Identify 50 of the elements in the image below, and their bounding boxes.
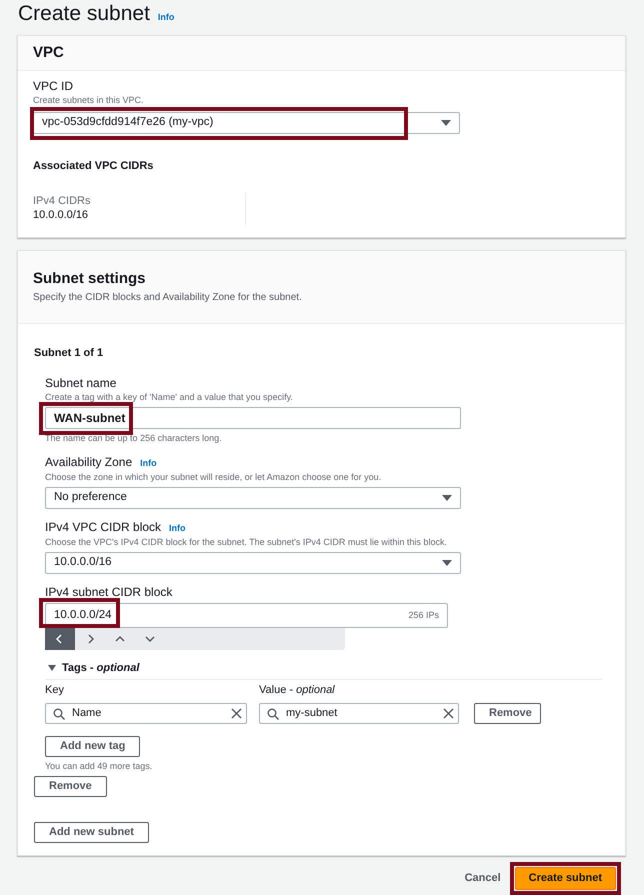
panel-header: VPC [18, 36, 625, 71]
field-description: Create a tag with a key of 'Name' and a value that you specify. [45, 392, 294, 403]
remove-subnet-button[interactable]: Remove [34, 776, 107, 797]
column-label: Value - optional [259, 684, 336, 697]
info-link[interactable]: Info [169, 521, 186, 535]
ip-count: 256 IPs [408, 608, 439, 622]
caret-down-icon [442, 560, 452, 566]
tags-limit-note: You can add 49 more tags. [45, 760, 154, 772]
close-icon [443, 708, 454, 719]
field-label: IPv4 subnet CIDR block [45, 585, 172, 599]
panel-heading: Subnet settings [33, 270, 147, 288]
chevron-up-icon [115, 634, 125, 644]
tags-toggle[interactable]: Tags - optional [45, 661, 140, 675]
info-link[interactable]: Info [158, 4, 174, 31]
stepper-button[interactable] [45, 628, 75, 650]
info-link[interactable]: Info [140, 456, 157, 470]
section-heading: Associated VPC CIDRs [33, 160, 154, 173]
subnet-heading: Subnet 1 of 1 [34, 347, 104, 360]
field-label: IPv4 VPC CIDR block [45, 520, 162, 534]
field-description: Create subnets in this VPC. [33, 95, 145, 106]
cidr-value: 10.0.0.0/16 [33, 208, 90, 223]
add-subnet-button[interactable]: Add new subnet [34, 822, 149, 843]
caret-down-icon [48, 665, 56, 671]
subnet-name-field[interactable]: WAN-subnet [45, 407, 461, 429]
vpc-select[interactable]: vpc-053d9cfdd914f7e26 (my-vpc) [33, 112, 460, 134]
caret-down-icon [442, 495, 452, 501]
field-description: Choose the VPC's IPv4 CIDR block for the subnet. The subnet's IPv4 CIDR must lie within this block. [45, 537, 448, 548]
field-label: Availability Zone [45, 455, 132, 469]
dropdown-field[interactable]: No preference [45, 487, 461, 509]
panel-description: Specify the CIDR blocks and Availability Zone for the subnet. [33, 291, 303, 304]
column-label: Key [45, 684, 65, 697]
field-hint: The name can be up to 256 characters long. [45, 432, 223, 444]
cidr-field[interactable]: 10.0.0.0/24 256 IPs [45, 603, 448, 628]
cidr-label: IPv4 CIDRs [33, 194, 92, 208]
field-label: VPC ID [33, 79, 74, 93]
dropdown-field[interactable]: 10.0.0.0/16 [45, 552, 461, 574]
add-tag-button[interactable]: Add new tag [45, 736, 140, 757]
page-title: Create subnet [18, 1, 150, 27]
search-icon [267, 708, 279, 720]
search-icon [53, 708, 65, 720]
field-label: Subnet name [45, 376, 116, 390]
close-icon [231, 708, 242, 719]
chevron-down-icon [145, 634, 155, 644]
remove-button[interactable]: Remove [474, 703, 541, 724]
tag-key-field[interactable]: Name [45, 703, 247, 724]
caret-down-icon [441, 120, 451, 126]
create-subnet-button[interactable]: Create subnet [514, 867, 616, 890]
tag-value-field[interactable]: my-subnet [259, 703, 459, 724]
field-description: Choose the zone in which your subnet will reside, or let Amazon choose one for you. [45, 472, 382, 483]
cancel-button[interactable]: Cancel [464, 870, 501, 887]
